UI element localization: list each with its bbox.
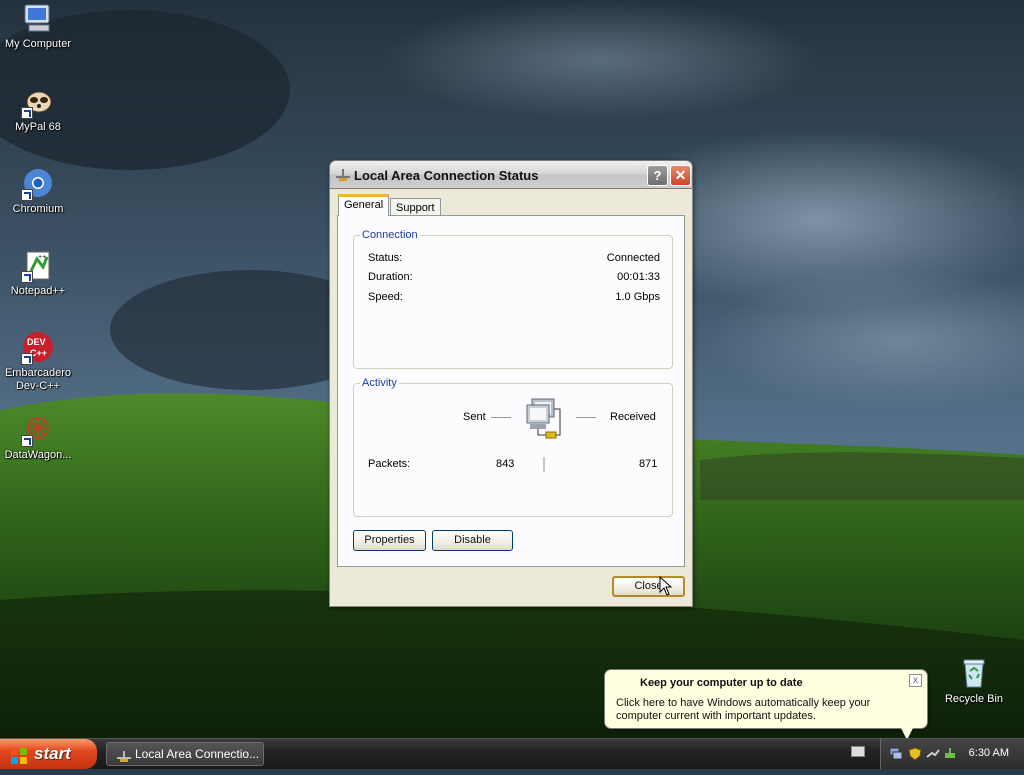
notepadpp-icon: ++ xyxy=(21,249,55,283)
desktop-icon-chromium[interactable]: Chromium xyxy=(0,167,76,216)
desktop-icon-label: Notepad++ xyxy=(10,285,66,297)
speed-label: Speed: xyxy=(368,291,403,303)
mouse-cursor-icon xyxy=(659,576,673,596)
packets-received-value: 871 xyxy=(639,458,658,470)
packets-label: Packets: xyxy=(368,458,411,470)
svg-text:++: ++ xyxy=(38,254,46,261)
tab-support[interactable]: Support xyxy=(390,198,441,216)
shortcut-arrow-icon xyxy=(21,353,33,365)
desktop-icon-notepadpp[interactable]: ++ Notepad++ xyxy=(0,249,76,298)
update-notification-balloon[interactable]: Keep your computer up to date Click here… xyxy=(604,669,928,740)
connection-groupbox: Connection Status: Connected Duration: 0… xyxy=(353,229,673,369)
safely-remove-tray-icon[interactable] xyxy=(943,747,957,761)
dialog-title-bar[interactable]: Local Area Connection Status ? ✕ xyxy=(329,160,693,189)
devcpp-icon: DEV C++ xyxy=(21,331,55,365)
desktop-icon-label: MyPal 68 xyxy=(15,121,61,133)
desktop-icon-label: Embarcadero Dev-C++ xyxy=(4,367,72,392)
network-tray-icon[interactable] xyxy=(889,747,903,761)
tab-general[interactable]: General xyxy=(338,194,390,216)
windows-flag-icon xyxy=(10,745,28,764)
network-connection-icon xyxy=(335,168,351,182)
shortcut-arrow-icon xyxy=(21,107,33,119)
packets-sent-value: 843 xyxy=(496,458,515,470)
duration-row: Duration: 00:01:33 xyxy=(368,271,660,285)
desktop-icon-label: My Computer xyxy=(4,38,72,50)
duration-value: 00:01:33 xyxy=(617,271,660,283)
desktop-icon-devcpp[interactable]: DEV C++ Embarcadero Dev-C++ xyxy=(0,331,76,393)
title-close-button[interactable]: ✕ xyxy=(670,165,691,186)
disable-button[interactable]: Disable xyxy=(432,530,513,551)
computer-icon xyxy=(21,2,55,36)
desktop-icon-datawagon[interactable]: DataWagon... xyxy=(0,413,76,462)
desktop-icon-my-computer[interactable]: My Computer xyxy=(0,2,76,51)
received-label: Received xyxy=(610,411,656,423)
general-tab-panel: Connection Status: Connected Duration: 0… xyxy=(337,215,685,567)
status-row: Status: Connected xyxy=(368,252,660,266)
dialog-body: General Support Connection Status: Conne… xyxy=(329,189,693,607)
system-tray: 6:30 AM xyxy=(880,739,1024,769)
speed-row: Speed: 1.0 Gbps xyxy=(368,291,660,305)
sent-line xyxy=(491,417,511,418)
mypal-icon xyxy=(21,85,55,119)
security-shield-icon[interactable] xyxy=(908,747,922,761)
recycle-bin-icon xyxy=(957,657,991,691)
connection-group-label: Connection xyxy=(360,229,420,241)
close-button[interactable]: Close xyxy=(612,576,685,597)
keyboard-language-icon[interactable] xyxy=(851,746,865,757)
desktop-icon-mypal[interactable]: MyPal 68 xyxy=(0,85,76,134)
activity-group-label: Activity xyxy=(360,377,399,389)
received-line xyxy=(576,417,596,418)
balloon-text: Click here to have Windows automatically… xyxy=(616,697,871,722)
connection-status-dialog: Local Area Connection Status ? ✕ General… xyxy=(329,160,693,607)
activity-groupbox: Activity Sent Received Packets: 843 871 xyxy=(353,377,673,517)
taskbar: start Local Area Connectio... 6:30 AM xyxy=(0,738,1024,769)
shortcut-arrow-icon xyxy=(21,189,33,201)
network-connection-icon xyxy=(116,748,132,762)
taskbar-item-label: Local Area Connectio... xyxy=(135,747,260,761)
duration-label: Duration: xyxy=(368,271,413,283)
desktop-icon-label: DataWagon... xyxy=(4,449,72,461)
balloon-close-button[interactable]: x xyxy=(909,674,922,687)
dialog-title: Local Area Connection Status xyxy=(354,168,539,183)
properties-button[interactable]: Properties xyxy=(353,530,426,551)
chromium-icon xyxy=(21,167,55,201)
shortcut-arrow-icon xyxy=(21,435,33,447)
datawagon-icon xyxy=(21,413,55,447)
taskbar-item-local-area-connection[interactable]: Local Area Connectio... xyxy=(106,742,264,766)
shortcut-arrow-icon xyxy=(21,271,33,283)
status-value: Connected xyxy=(606,252,660,264)
packets-divider xyxy=(543,457,545,472)
desktop-icon-recycle-bin[interactable]: Recycle Bin xyxy=(936,657,1012,706)
balloon-title: Keep your computer up to date xyxy=(640,677,803,689)
status-label: Status: xyxy=(368,252,403,264)
desktop-icon-label: Chromium xyxy=(12,203,64,215)
svg-text:DEV: DEV xyxy=(27,337,46,347)
start-button[interactable]: start xyxy=(0,739,97,769)
sent-label: Sent xyxy=(463,411,486,423)
desktop-icon-label: Recycle Bin xyxy=(944,693,1004,705)
speed-value: 1.0 Gbps xyxy=(615,291,660,303)
clock[interactable]: 6:30 AM xyxy=(969,747,1009,759)
start-label: start xyxy=(34,744,71,763)
help-button[interactable]: ? xyxy=(647,165,668,186)
network-activity-icon xyxy=(522,397,568,443)
network-cable-tray-icon[interactable] xyxy=(926,747,940,761)
